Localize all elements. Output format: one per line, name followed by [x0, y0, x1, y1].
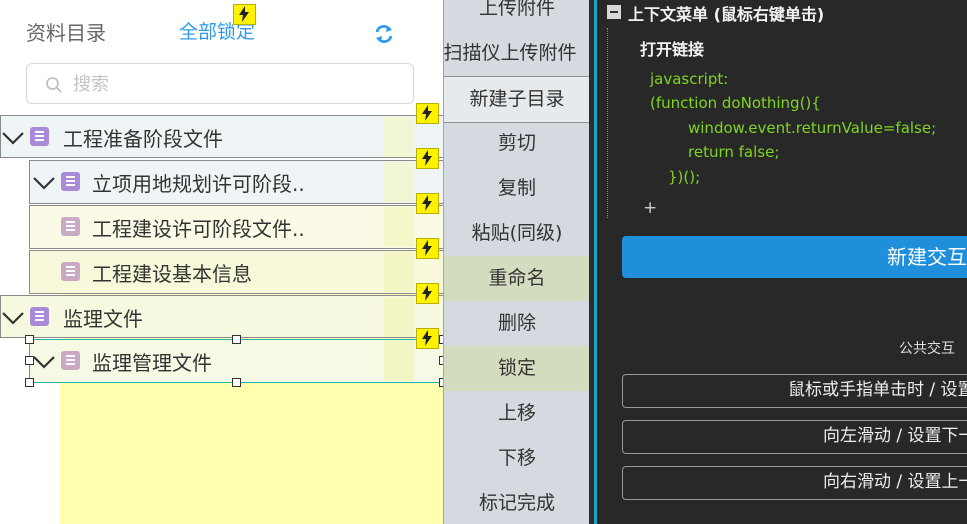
row-marker — [384, 341, 414, 381]
lightning-icon[interactable] — [416, 238, 439, 259]
tree-item-construction-permit[interactable]: 工程建设许可阶段文件.. — [29, 205, 445, 249]
document-icon — [61, 262, 80, 281]
code-line: (function doNothing(){ — [650, 94, 821, 112]
lightning-icon[interactable] — [416, 148, 439, 169]
tree-item-supervision[interactable]: 监理文件 — [0, 295, 445, 338]
menu-item-lock[interactable]: 锁定 — [444, 346, 589, 391]
public-interaction-label: 公共交互 — [899, 341, 955, 357]
panel-title: 资料目录 — [26, 21, 106, 45]
lightning-icon[interactable] — [416, 193, 439, 214]
chevron-down-icon[interactable] — [32, 176, 56, 190]
refresh-icon[interactable] — [373, 23, 395, 45]
interaction-panel: 上下文菜单 (鼠标右键单击) 打开链接 javascript: (functio… — [597, 0, 967, 524]
row-marker — [384, 297, 414, 337]
document-icon — [61, 172, 80, 191]
collapse-icon[interactable] — [607, 5, 621, 19]
menu-item-copy[interactable]: 复制 — [444, 166, 589, 211]
highlight-area — [60, 382, 445, 524]
resize-handle[interactable] — [25, 378, 34, 387]
document-icon — [61, 217, 80, 236]
lightning-icon[interactable] — [416, 283, 439, 304]
lightning-icon[interactable] — [416, 103, 439, 124]
tree-item-label: 立项用地规划许可阶段.. — [92, 172, 305, 196]
menu-item-paste-sibling[interactable]: 粘贴(同级) — [444, 211, 589, 256]
search-box[interactable]: 搜索 — [26, 63, 414, 104]
resize-handle[interactable] — [25, 335, 34, 344]
tree-item-prep-stage[interactable]: 工程准备阶段文件 — [0, 115, 445, 158]
interaction-click-button[interactable]: 鼠标或手指单击时 / 设置 — [622, 374, 967, 408]
tree-item-label: 监理文件 — [63, 307, 143, 331]
tree-item-label: 工程建设基本信息 — [92, 262, 252, 286]
lightning-icon[interactable] — [416, 328, 439, 349]
row-marker — [384, 117, 414, 157]
tree-item-supervision-management[interactable]: 监理管理文件 — [29, 339, 444, 383]
interaction-swipe-left-button[interactable]: 向左滑动 / 设置下一 — [622, 420, 967, 454]
chevron-down-icon[interactable] — [32, 355, 56, 369]
menu-item-scanner-upload[interactable]: 扫描仪上传附件 — [444, 31, 589, 76]
code-line: window.event.returnValue=false; — [688, 119, 937, 137]
interaction-swipe-right-button[interactable]: 向右滑动 / 设置上一 — [622, 466, 967, 500]
document-icon — [61, 351, 80, 370]
menu-item-move-down[interactable]: 下移 — [444, 436, 589, 481]
lightning-icon — [233, 4, 256, 25]
search-input[interactable]: 搜索 — [73, 70, 109, 96]
search-icon — [46, 77, 62, 93]
tree-item-project-approval[interactable]: 立项用地规划许可阶段.. — [29, 160, 445, 204]
resize-handle[interactable] — [25, 356, 34, 365]
code-line: javascript: — [650, 70, 729, 88]
chevron-down-icon[interactable] — [1, 131, 25, 145]
chevron-down-icon[interactable] — [1, 311, 25, 325]
tree-item-construction-basic-info[interactable]: 工程建设基本信息 — [29, 250, 445, 294]
resize-handle[interactable] — [232, 335, 241, 344]
menu-item-rename[interactable]: 重命名 — [444, 256, 589, 301]
add-action-button[interactable]: + — [643, 198, 657, 218]
context-menu: 上传附件 扫描仪上传附件 新建子目录 剪切 复制 粘贴(同级) 重命名 删除 锁… — [443, 0, 589, 524]
tree-guide — [607, 28, 608, 218]
tree-item-label: 工程准备阶段文件 — [63, 127, 223, 151]
action-title[interactable]: 打开链接 — [640, 36, 704, 60]
tree-item-label: 工程建设许可阶段文件.. — [92, 217, 305, 241]
menu-item-upload-attachment[interactable]: 上传附件 — [444, 0, 589, 31]
menu-item-new-subdirectory[interactable]: 新建子目录 — [444, 76, 589, 123]
tree-item-label: 监理管理文件 — [92, 351, 212, 375]
menu-item-cut[interactable]: 剪切 — [444, 121, 589, 166]
menu-item-mark-complete[interactable]: 标记完成 — [444, 481, 589, 524]
document-icon — [30, 127, 49, 146]
resize-handle[interactable] — [232, 378, 241, 387]
code-line: })(); — [668, 168, 701, 186]
menu-item-move-up[interactable]: 上移 — [444, 391, 589, 436]
code-line: return false; — [688, 143, 780, 161]
row-marker — [384, 252, 414, 292]
row-marker — [384, 162, 414, 202]
directory-panel: 资料目录 全部锁定 搜索 工程准备阶段文件 立项用地规划许可阶段.. 工程建设许… — [0, 0, 445, 524]
event-header: 上下文菜单 (鼠标右键单击) — [628, 5, 825, 24]
menu-item-delete[interactable]: 删除 — [444, 301, 589, 346]
row-marker — [384, 207, 414, 247]
new-interaction-button[interactable]: 新建交互 — [622, 236, 967, 278]
document-icon — [30, 307, 49, 326]
